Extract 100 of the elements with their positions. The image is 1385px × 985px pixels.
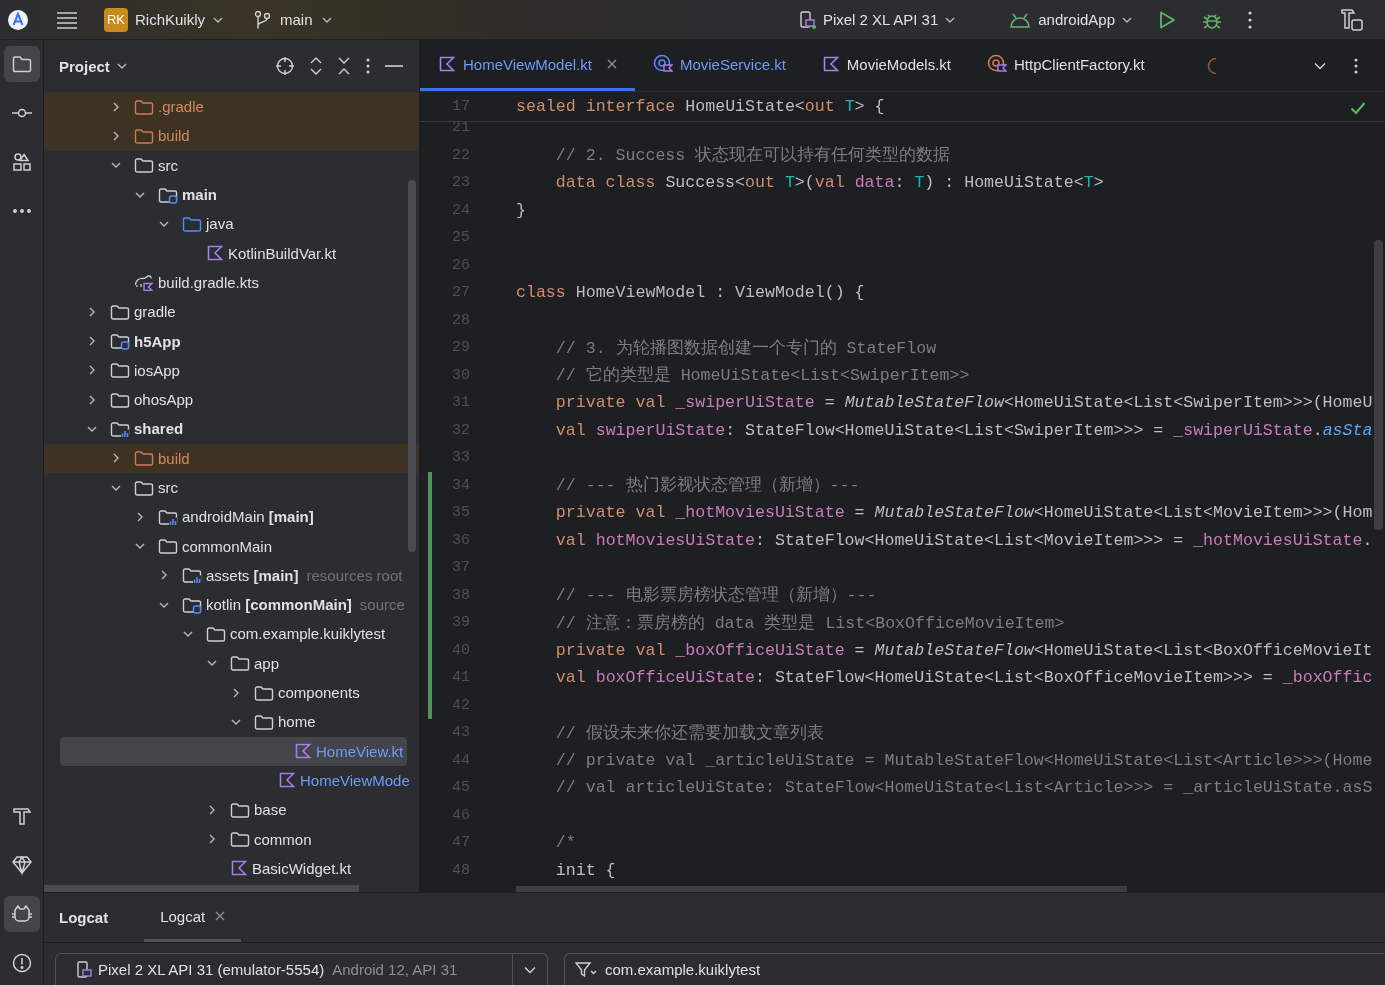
scrollbar[interactable] [408,180,416,552]
tree-item[interactable]: commonMain [44,531,419,561]
code-line: } [516,200,526,220]
code-line: // 注意：票房榜的 data 类型是 List<BoxOfficeMovieItem> [554,612,1065,634]
scrollbar[interactable] [516,886,1127,892]
tree-item[interactable]: src [44,150,419,180]
tree-item[interactable]: base [44,795,419,825]
code-line: private val _boxOfficeUiState = MutableStateFlow<HomeUiState<List<BoxOfficeMovieIt [554,640,1373,660]
device-icon [798,9,817,30]
tree-item[interactable]: HomeView.kt [60,736,407,766]
device-dropdown[interactable]: Pixel 2 XL API 31 (emulator-5554) Android 12, API 31 [55,953,548,985]
scrollbar[interactable] [1374,240,1383,530]
tree-item[interactable]: com.example.kuiklytest [44,619,419,649]
tree-item[interactable]: ohosApp [44,384,419,415]
logcat-tab[interactable]: Logcat [144,893,242,942]
code-line: // private val _articleUiState = MutableStateFlow<HomeUiState<List<Article>>>(Home [554,750,1373,770]
project-view-selector[interactable]: Project [59,57,128,75]
check-icon [1350,101,1366,115]
tree-item[interactable]: iosApp [44,355,419,385]
scrollbar[interactable] [44,885,359,892]
folder-icon [254,712,274,731]
folder-icon [134,478,154,497]
project-name: RichKuikly [135,11,206,28]
close-icon[interactable] [215,911,226,921]
panel-title: Logcat [59,909,109,926]
logcat-tool-button[interactable] [3,896,40,932]
folder-icon [206,625,226,643]
tree-item[interactable]: java [44,209,419,239]
expand-all-icon[interactable] [309,56,323,76]
repo-selector[interactable]: RK RichKuikly [104,7,225,32]
tree-item[interactable]: h5App [44,326,419,356]
filter-field[interactable]: com.example.kuiklytest [603,960,1385,979]
folder-icon [110,302,130,321]
problems-icon [10,952,33,974]
branch-selector[interactable]: main [254,9,333,30]
tree-item[interactable]: BasicWidget.kt [44,853,419,883]
kotlin-file-icon [206,244,224,263]
tree-item[interactable]: components [44,677,419,708]
tree-item[interactable]: gradle [44,297,419,327]
tree-item[interactable]: build [44,121,419,151]
editor-tab[interactable]: HttpClientFactory.kt [969,40,1163,91]
menu-icon[interactable] [56,10,78,29]
locate-icon[interactable] [275,56,295,76]
tree-item[interactable]: src [44,472,419,503]
tree-item-hint: source [359,596,405,614]
tree-item[interactable]: build.gradle.kts [44,267,419,298]
device-icon [76,959,94,980]
code-line: // 假设未来你还需要加载文章列表 [554,722,824,744]
service-file-icon [652,54,673,74]
run-icon[interactable] [1157,9,1177,30]
device-selector[interactable]: Pixel 2 XL API 31 [798,9,957,30]
android-icon [1008,11,1033,28]
run-config-name: androidApp [1038,11,1115,28]
more-icon [12,209,31,213]
editor-tab[interactable]: MovieService.kt [634,40,804,91]
folder-icon [158,507,178,526]
tree-item[interactable]: KotlinBuildVar.kt [44,238,419,268]
folder-icon [230,654,250,673]
tree-item[interactable]: kotlin [commonMain] source [44,590,419,620]
app-logo-icon[interactable] [7,8,29,31]
kotlin-file-icon [278,771,296,790]
tree-item[interactable]: build [44,443,419,473]
tree-item[interactable]: assets [main] resources root [44,560,419,591]
folder-icon [254,683,274,702]
tree-item[interactable]: main [44,179,419,210]
tree-item[interactable]: app [44,648,419,678]
kotlin-file-icon [294,742,312,761]
code-line: data class Success<out T>(val data: T) : HomeUiState<T> [554,173,1104,193]
code-line: private val _swiperUiState = MutableStateFlow<HomeUiState<List<SwiperItem>>>(HomeU [554,393,1373,413]
collapse-all-icon[interactable] [337,56,351,76]
code-line: // 3. 为轮播图数据创建一个专门的 StateFlow [554,337,937,359]
close-icon[interactable] [606,59,617,69]
folder-icon [182,214,202,233]
code-line: init { [554,860,616,880]
build-tools-icon[interactable] [1339,6,1365,33]
tree-item[interactable]: .gradle [44,92,419,122]
device-name: Pixel 2 XL API 31 [822,11,939,28]
project-tool-button[interactable] [3,46,40,82]
code-line: val hotMoviesUiState: StateFlow<HomeUiState<List<MovieItem>>> = _hotMoviesUiState. [554,530,1373,550]
code-line: // 它的类型是 HomeUiState<List<SwiperItem>> [554,364,970,387]
more-icon[interactable] [1353,56,1359,75]
folder-icon [182,566,202,585]
minimize-icon[interactable] [385,64,403,68]
folder-icon [110,332,130,350]
project-badge: RK [104,7,128,32]
folder-icon [110,390,130,409]
code-line: // val articleUiState: StateFlow<HomeUiState<List<Article>>> = _articleUiState.asS [554,778,1373,798]
code-line: // 2. Success 状态现在可以持有任何类型的数据 [554,145,951,167]
code-line: sealed interface HomeUiState<out T> { [516,97,885,116]
folder-icon [110,419,130,438]
run-config-selector[interactable]: androidApp [1008,11,1133,28]
more-icon[interactable] [365,57,371,75]
tree-item[interactable]: common [44,824,419,854]
more-icon[interactable] [1247,9,1253,30]
tree-item[interactable]: shared [44,414,419,444]
tree-item[interactable]: home [44,707,419,737]
folder-icon [230,830,250,849]
tree-item[interactable]: HomeViewMode [44,765,419,796]
editor-tab[interactable]: MovieModels.kt [803,40,970,91]
tree-item[interactable]: androidMain [main] [44,502,419,532]
